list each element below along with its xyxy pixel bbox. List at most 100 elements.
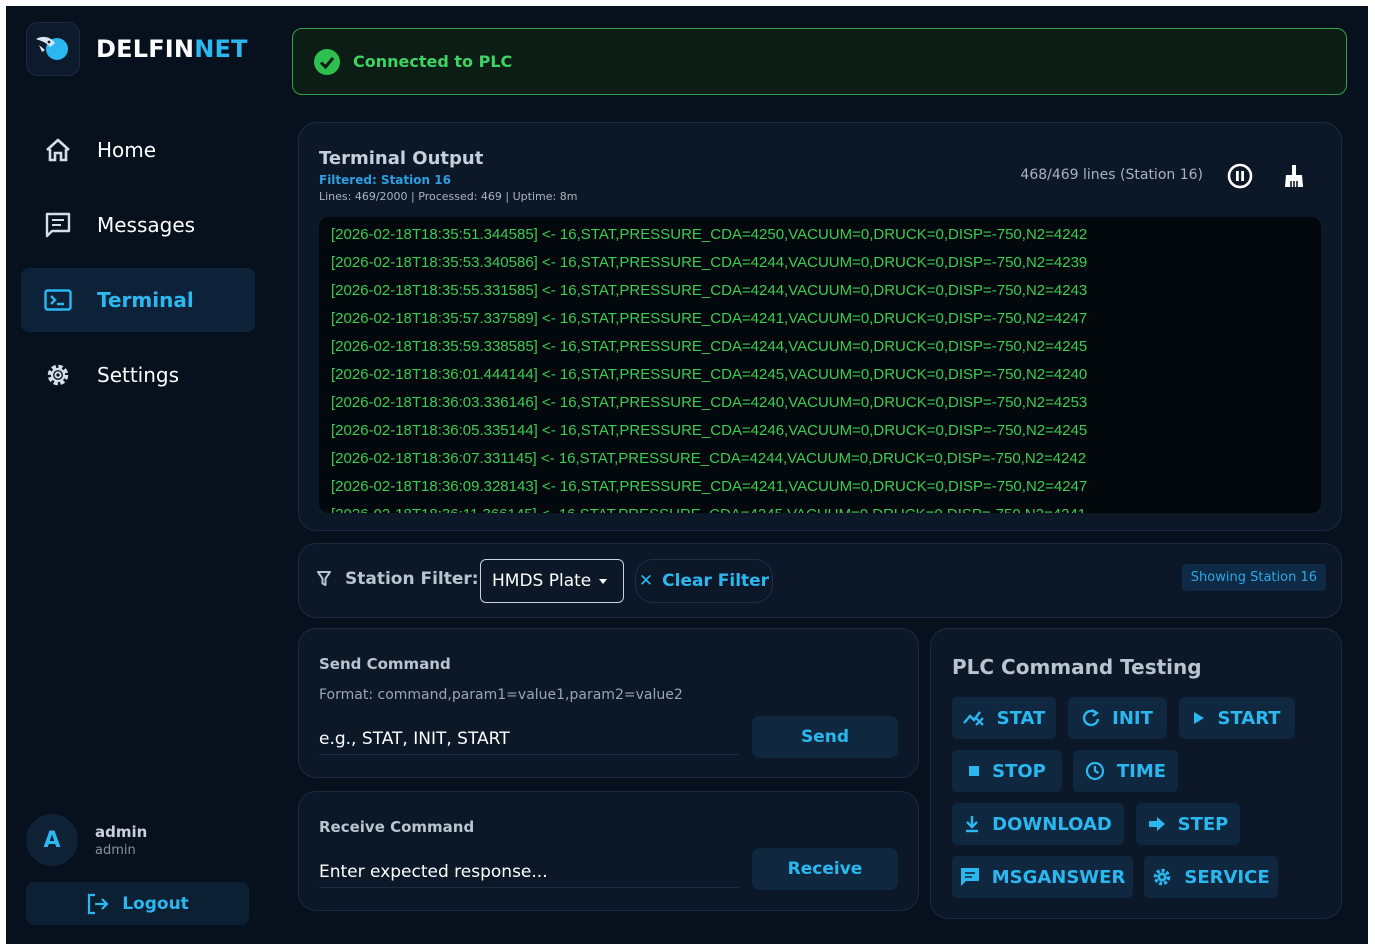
log-line: [2026-02-18T18:36:03.336146] <- 16,STAT,… xyxy=(331,394,1088,411)
send-command-input[interactable] xyxy=(319,723,739,755)
init-button[interactable]: INIT xyxy=(1068,697,1167,739)
sidebar-item-messages[interactable]: Messages xyxy=(21,193,255,257)
broom-icon xyxy=(1285,165,1303,187)
send-button[interactable]: Send xyxy=(752,716,898,758)
send-command-card: Send Command Format: command,param1=valu… xyxy=(298,628,919,778)
init-label: INIT xyxy=(1112,707,1153,729)
chevron-down-icon xyxy=(599,578,608,584)
stop-label: STOP xyxy=(992,760,1046,782)
service-button[interactable]: SERVICE xyxy=(1144,856,1278,898)
terminal-icon xyxy=(43,285,73,315)
station-filter-card: Station Filter: HMDS Plate ✕ Clear Filte… xyxy=(298,543,1342,618)
sidebar-item-label: Messages xyxy=(97,213,196,237)
terminal-title: Terminal Output xyxy=(319,148,484,169)
log-line: [2026-02-18T18:35:57.337589] <- 16,STAT,… xyxy=(331,310,1088,327)
sidebar-item-settings[interactable]: Settings xyxy=(21,343,255,407)
expected-response-input[interactable] xyxy=(319,856,739,888)
msganswer-label: MSGANSWER xyxy=(991,866,1126,888)
terminal-output-card: Terminal Output Filtered: Station 16 Lin… xyxy=(298,122,1342,531)
step-label: STEP xyxy=(1177,813,1229,835)
plc-title: PLC Command Testing xyxy=(952,655,1202,679)
log-line: [2026-02-18T18:36:05.335144] <- 16,STAT,… xyxy=(331,422,1088,439)
clear-filter-button[interactable]: ✕ Clear Filter xyxy=(635,559,773,603)
stat-label: STAT xyxy=(996,707,1046,729)
connection-status-banner: Connected to PLC xyxy=(292,28,1347,95)
format-hint: Format: command,param1=value1,param2=val… xyxy=(319,687,683,703)
log-line: [2026-02-18T18:36:11.366145] <- 16,STAT,… xyxy=(331,504,1321,513)
home-icon xyxy=(43,135,73,165)
sidebar-item-label: Home xyxy=(97,138,157,162)
receive-command-title: Receive Command xyxy=(319,818,475,836)
terminal-log[interactable]: [2026-02-18T18:35:51.344585] <- 16,STAT,… xyxy=(319,217,1321,513)
user-profile: A admin admin xyxy=(26,814,147,866)
app-window: DELFINNET Home Messages Terminal Setting… xyxy=(6,6,1368,944)
station-filter-label-text: Station Filter: xyxy=(345,569,479,589)
pause-icon xyxy=(1227,163,1253,189)
user-role: admin xyxy=(95,842,136,858)
station-select[interactable]: HMDS Plate xyxy=(480,559,624,603)
download-button[interactable]: DOWNLOAD xyxy=(952,803,1124,845)
log-line: [2026-02-18T18:35:53.340586] <- 16,STAT,… xyxy=(331,254,1088,271)
close-icon: ✕ xyxy=(638,571,654,591)
log-line: [2026-02-18T18:35:51.344585] <- 16,STAT,… xyxy=(331,226,1088,243)
stat-button[interactable]: STAT xyxy=(952,697,1056,739)
receive-command-card: Receive Command Receive xyxy=(298,791,919,911)
station-filter-label: Station Filter: xyxy=(317,569,479,589)
clear-filter-label: Clear Filter xyxy=(662,571,770,591)
stop-icon xyxy=(969,766,980,776)
log-line: [2026-02-18T18:35:55.331585] <- 16,STAT,… xyxy=(331,282,1088,299)
clock-icon xyxy=(1085,761,1105,781)
chat-icon xyxy=(960,868,979,886)
brand-name: DELFINNET xyxy=(96,35,248,63)
station-select-value: HMDS Plate xyxy=(492,571,592,591)
gear-icon xyxy=(1154,868,1171,886)
arrow-right-icon xyxy=(1148,817,1165,831)
log-line: [2026-02-18T18:35:59.338585] <- 16,STAT,… xyxy=(331,338,1088,355)
sidebar-item-label: Settings xyxy=(97,363,180,387)
start-label: START xyxy=(1217,707,1281,729)
start-button[interactable]: START xyxy=(1179,697,1295,739)
log-line: [2026-02-18T18:36:07.331145] <- 16,STAT,… xyxy=(331,450,1087,467)
dolphin-logo-icon xyxy=(26,22,80,76)
log-line: [2026-02-18T18:36:01.444144] <- 16,STAT,… xyxy=(331,366,1088,383)
sidebar-item-home[interactable]: Home xyxy=(21,118,255,182)
user-info: admin admin xyxy=(95,823,147,858)
send-command-title: Send Command xyxy=(319,655,451,673)
sidebar-nav: Home Messages Terminal Settings xyxy=(21,118,255,418)
terminal-line-count: 468/469 lines (Station 16) xyxy=(1020,167,1203,183)
time-button[interactable]: TIME xyxy=(1073,750,1178,792)
service-label: SERVICE xyxy=(1184,866,1270,888)
logout-icon xyxy=(88,893,109,914)
brand-name-part-2: NET xyxy=(194,35,248,63)
sidebar-item-label: Terminal xyxy=(97,288,194,312)
brand-name-part-1: DELFIN xyxy=(96,35,195,63)
user-name: admin xyxy=(95,822,148,841)
plc-command-testing-card: PLC Command Testing STAT INIT START STOP… xyxy=(930,628,1342,919)
clear-terminal-button[interactable] xyxy=(1279,161,1309,191)
logout-button[interactable]: Logout xyxy=(26,882,249,925)
play-icon xyxy=(1194,712,1205,724)
time-label: TIME xyxy=(1116,760,1167,782)
logout-label: Logout xyxy=(122,893,189,914)
log-line: [2026-02-18T18:36:09.328143] <- 16,STAT,… xyxy=(331,478,1088,495)
check-circle-icon xyxy=(314,48,340,75)
showing-station-badge: Showing Station 16 xyxy=(1181,564,1326,591)
avatar: A xyxy=(26,814,78,866)
terminal-stats: Lines: 469/2000 | Processed: 469 | Uptim… xyxy=(319,190,578,203)
connection-status-text: Connected to PLC xyxy=(353,52,513,71)
sidebar-item-terminal[interactable]: Terminal xyxy=(21,268,255,332)
msganswer-button[interactable]: MSGANSWER xyxy=(952,856,1133,898)
step-button[interactable]: STEP xyxy=(1136,803,1240,845)
receive-button[interactable]: Receive xyxy=(752,848,898,890)
gear-icon xyxy=(43,360,73,390)
pause-button[interactable] xyxy=(1225,161,1255,191)
brand: DELFINNET xyxy=(26,22,248,76)
message-icon xyxy=(43,210,73,240)
download-label: DOWNLOAD xyxy=(992,813,1112,835)
filter-icon xyxy=(317,571,331,586)
sidebar: DELFINNET Home Messages Terminal Setting… xyxy=(6,6,276,944)
refresh-icon xyxy=(1083,709,1100,727)
terminal-filter-status: Filtered: Station 16 xyxy=(319,173,451,187)
stop-button[interactable]: STOP xyxy=(952,750,1062,792)
stat-icon xyxy=(962,711,984,726)
